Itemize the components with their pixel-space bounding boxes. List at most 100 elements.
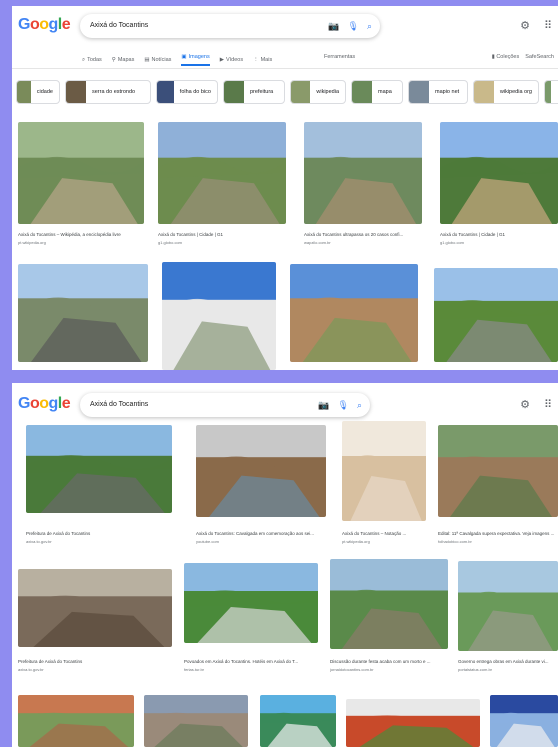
collections-link[interactable]: ▮ Coleções: [492, 54, 520, 60]
tab-label: Vídeos: [225, 57, 244, 63]
photo-sky: [304, 122, 422, 163]
apps-grid-icon[interactable]: ⠿: [544, 398, 552, 411]
related-search-chip[interactable]: mapio net: [408, 80, 468, 104]
result-source: youtube.com: [196, 539, 219, 544]
result-image[interactable]: [196, 425, 326, 517]
related-search-chip[interactable]: [544, 80, 558, 104]
search-results-screen-1: Google Axixá do Tocantins 📷 🎙 ⌕ ⚙ ⠿ ⌕ Tod…: [12, 6, 558, 370]
tab-mapas[interactable]: ⚲ Mapas: [112, 54, 135, 66]
photo-thumbnail: [330, 559, 448, 649]
result-caption[interactable]: Axixá do Tocantins – Wikipédia, a encicl…: [18, 232, 144, 237]
google-logo[interactable]: Google: [18, 16, 71, 34]
result-image[interactable]: [438, 425, 558, 517]
tools-button[interactable]: Ferramentas: [324, 54, 355, 60]
result-image[interactable]: [260, 695, 336, 747]
camera-icon[interactable]: 📷: [328, 14, 339, 38]
result-image[interactable]: [18, 122, 144, 224]
result-image[interactable]: [18, 569, 172, 647]
settings-gear-icon[interactable]: ⚙: [520, 398, 530, 411]
result-caption[interactable]: Edital: 11ª Cavalgada supera expectativa…: [438, 531, 558, 536]
photo-thumbnail: [196, 425, 326, 517]
tab-videos[interactable]: ▶ Vídeos: [220, 54, 243, 66]
result-source: jornaldotocantins.com.br: [330, 667, 374, 672]
related-search-chip[interactable]: wikipedia: [290, 80, 346, 104]
result-caption[interactable]: Povoados em Axixá do Tocantins. Hotéis e…: [184, 659, 318, 664]
chip-label: folha do bico: [179, 89, 211, 95]
result-image[interactable]: [330, 559, 448, 649]
related-search-chip[interactable]: folha do bico: [156, 80, 218, 104]
logo-letter: o: [29, 395, 40, 412]
search-icon[interactable]: ⌕: [367, 14, 372, 38]
photo-thumbnail: [184, 563, 318, 643]
related-search-chip[interactable]: cidade: [16, 80, 60, 104]
settings-gear-icon[interactable]: ⚙: [520, 19, 530, 32]
search-icon[interactable]: ⌕: [357, 393, 362, 417]
result-caption[interactable]: Axixá do Tocantins | Cidade | G1: [158, 232, 286, 237]
logo-letter: o: [39, 16, 49, 33]
result-image[interactable]: [490, 695, 558, 747]
related-search-chip[interactable]: wikipedia org: [473, 80, 539, 104]
chip-label: cidade: [36, 89, 53, 95]
result-image[interactable]: [434, 268, 558, 362]
result-image[interactable]: [18, 264, 148, 362]
photo-sky: [144, 695, 248, 716]
result-image[interactable]: [458, 561, 558, 651]
photo-thumbnail: [434, 268, 558, 362]
result-source: wapzilo.com.br: [304, 240, 331, 245]
search-results-screen-2: Google Axixá do Tocantins 📷 🎙 ⌕ ⚙ ⠿ Pref…: [12, 383, 558, 747]
result-source: folhadobico.com.br: [438, 539, 472, 544]
safesearch-link[interactable]: SafeSearch: [525, 54, 554, 60]
header-icons: ⚙ ⠿: [520, 19, 552, 32]
tab-label: Todas: [87, 57, 102, 63]
related-search-chip[interactable]: prefeitura: [223, 80, 285, 104]
google-logo[interactable]: Google: [18, 395, 71, 413]
photo-sky: [18, 264, 148, 304]
result-image[interactable]: [346, 699, 480, 747]
result-image[interactable]: [144, 695, 248, 747]
result-image[interactable]: [26, 425, 172, 513]
tab-imagens[interactable]: ▣ Imagens: [181, 54, 210, 66]
chip-thumbnail: [291, 81, 311, 103]
result-image[interactable]: [290, 264, 418, 362]
result-image[interactable]: [184, 563, 318, 643]
photo-sky: [490, 695, 558, 716]
photo-sky: [18, 122, 144, 163]
microphone-icon[interactable]: 🎙: [348, 14, 359, 38]
logo-letter: e: [61, 16, 71, 33]
bookmark-icon: ▮: [491, 54, 495, 60]
result-image[interactable]: [342, 421, 426, 521]
tab-label: Notícias: [151, 57, 172, 63]
result-caption[interactable]: Prefeitura de Axixá do Tocantins: [26, 531, 172, 536]
result-caption[interactable]: Governo entrega obras em Axixá durante v…: [458, 659, 558, 664]
result-image[interactable]: [440, 122, 558, 224]
microphone-icon[interactable]: 🎙: [338, 393, 349, 417]
related-search-chip[interactable]: serra do estrondo: [65, 80, 151, 104]
tab-mais[interactable]: ⋮ Mais: [253, 54, 272, 66]
result-caption[interactable]: Axixá do Tocantins: Cavalgada em comemor…: [196, 531, 326, 536]
photo-thumbnail: [162, 262, 276, 370]
result-caption[interactable]: Axixá do Tocantins – Notação ...: [342, 531, 426, 536]
search-input[interactable]: Axixá do Tocantins 📷 🎙 ⌕: [80, 393, 370, 417]
result-caption[interactable]: Axixá do Tocantins ultrapassa os 20 caso…: [304, 232, 422, 237]
chip-label: wikipedia org: [499, 89, 532, 95]
result-image[interactable]: [162, 262, 276, 370]
result-caption[interactable]: Prefeitura de Axixá do Tocantins: [18, 659, 172, 664]
result-image[interactable]: [158, 122, 286, 224]
apps-grid-icon[interactable]: ⠿: [544, 19, 552, 32]
search-icon: ⌕: [82, 56, 86, 63]
result-caption[interactable]: Axixá do Tocantins | Cidade | G1: [440, 232, 558, 237]
tab-noticias[interactable]: ▤ Notícias: [144, 54, 171, 66]
result-image[interactable]: [18, 695, 134, 747]
photo-sky: [440, 122, 558, 163]
logo-letter: G: [18, 395, 30, 412]
collections-label: Coleções: [496, 54, 520, 60]
camera-icon[interactable]: 📷: [318, 393, 329, 417]
result-image[interactable]: [304, 122, 422, 224]
chip-thumbnail: [224, 81, 244, 103]
tab-todas[interactable]: ⌕ Todas: [82, 54, 102, 66]
result-caption[interactable]: Discussão durante festa acaba com um mor…: [330, 659, 448, 664]
search-input[interactable]: Axixá do Tocantins 📷 🎙 ⌕: [80, 14, 380, 38]
related-search-chip[interactable]: mapa: [351, 80, 403, 104]
divider: [12, 68, 558, 69]
photo-thumbnail: [18, 695, 134, 747]
